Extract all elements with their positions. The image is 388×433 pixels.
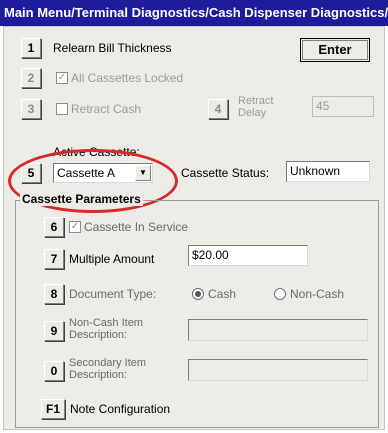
cassette-status-label: Cassette Status: [181,166,270,180]
retract-cash-checkbox [56,103,68,115]
cassette-in-service-number-button[interactable]: 6 [44,217,64,237]
chevron-down-icon[interactable]: ▼ [135,165,151,181]
cassette-parameters-title: Cassette Parameters [20,192,143,206]
relearn-number-button[interactable]: 1 [21,38,41,58]
multiple-amount-number-button[interactable]: 7 [44,249,64,269]
cassette-status-field: Unknown [286,161,370,182]
cash-radio-label[interactable]: Cash [208,287,236,301]
retract-delay-field: 45 [312,96,374,117]
secondary-desc-label-line2: Description: [69,369,128,381]
relearn-bill-thickness-label[interactable]: Relearn Bill Thickness [53,41,172,55]
non-cash-desc-label-line2: Description: [69,329,128,341]
secondary-desc-label-line1: Secondary Item [69,357,147,369]
all-cassettes-locked-checkbox: ✓ [56,72,68,84]
retract-cash-label: Retract Cash [71,102,142,116]
cassette-in-service-checkbox[interactable]: ✓ [69,221,81,233]
diagnostics-panel: 1 Relearn Bill Thickness Enter 2 ✓ All C… [3,26,385,430]
cash-radio[interactable] [192,288,204,300]
non-cash-desc-field[interactable] [188,319,368,341]
document-type-label: Document Type: [69,287,157,301]
document-type-number-button[interactable]: 8 [44,284,64,304]
all-cassettes-locked-number-button: 2 [21,68,41,88]
retract-delay-label-line2: Delay [238,107,267,119]
secondary-desc-number-button[interactable]: 0 [44,361,64,381]
active-cassette-label: Active Cassette: [53,145,140,159]
note-configuration-number-button[interactable]: F1 [41,399,65,419]
active-cassette-number-button[interactable]: 5 [21,163,41,183]
retract-delay-label-line1: Retract [238,95,274,107]
active-cassette-value: Cassette A [57,166,116,180]
multiple-amount-label: Multiple Amount [69,252,155,266]
active-cassette-dropdown[interactable]: Cassette A ▼ [53,163,153,183]
cassette-parameters-group [15,200,379,428]
cassette-in-service-label[interactable]: Cassette In Service [84,220,188,234]
retract-cash-number-button: 3 [21,99,41,119]
non-cash-radio[interactable] [274,288,286,300]
window-title: Main Menu/Terminal Diagnostics/Cash Disp… [0,0,388,26]
retract-delay-number-button: 4 [208,99,228,119]
all-cassettes-locked-label: All Cassettes Locked [71,71,184,85]
non-cash-radio-label[interactable]: Non-Cash [290,287,344,301]
non-cash-desc-number-button[interactable]: 9 [44,321,64,341]
note-configuration-label[interactable]: Note Configuration [70,402,170,416]
secondary-desc-field[interactable] [188,359,368,381]
enter-button[interactable]: Enter [300,38,370,62]
multiple-amount-field[interactable]: $20.00 [188,245,308,266]
non-cash-desc-label-line1: Non-Cash Item [69,317,143,329]
